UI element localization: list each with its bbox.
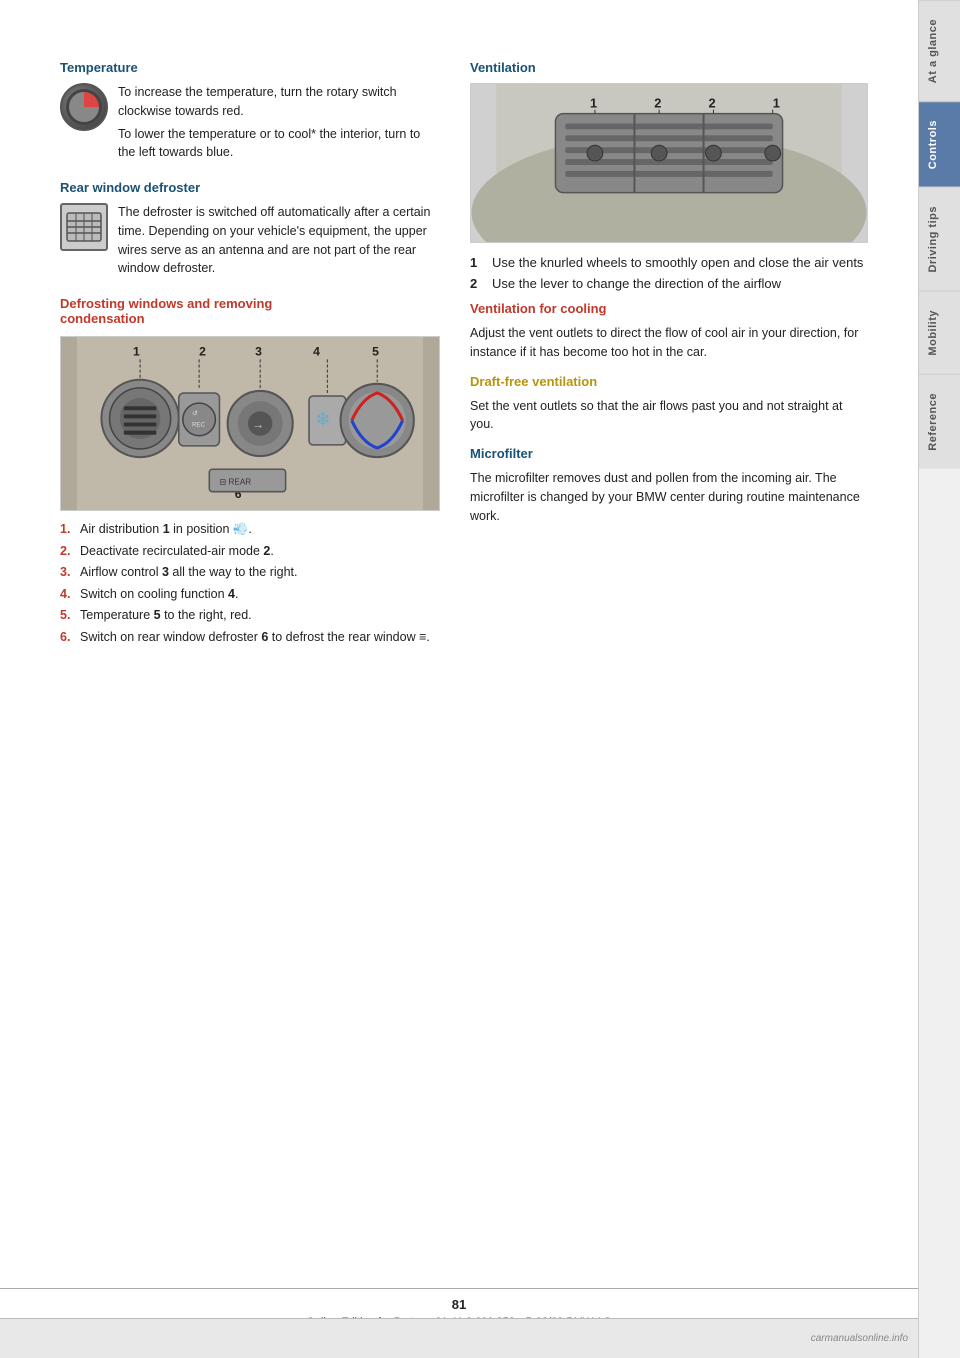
draft-free-title: Draft-free ventilation (470, 374, 868, 389)
sidebar-tab-mobility[interactable]: Mobility (919, 291, 960, 374)
vent-step-1: 1 Use the knurled wheels to smoothly ope… (470, 255, 868, 270)
step-5: 5. Temperature 5 to the right, red. (60, 607, 440, 625)
vent-cooling-title: Ventilation for cooling (470, 301, 868, 316)
step-4: 4. Switch on cooling function 4. (60, 586, 440, 604)
defrosting-title: Defrosting windows and removingcondensat… (60, 296, 440, 326)
microfilter-text: The microfilter removes dust and pollen … (470, 469, 868, 525)
rear-defroster-section: The defroster is switched off automatica… (60, 203, 440, 282)
ventilation-image: 1 2 2 1 (470, 83, 868, 243)
sidebar-tab-reference[interactable]: Reference (919, 374, 960, 469)
step-1: 1. Air distribution 1 in position 💨. (60, 521, 440, 539)
svg-text:3: 3 (255, 344, 262, 358)
vent-cooling-text: Adjust the vent outlets to direct the fl… (470, 324, 868, 362)
microfilter-title: Microfilter (470, 446, 868, 461)
svg-text:⊟ REAR: ⊟ REAR (219, 478, 251, 487)
svg-text:→: → (252, 418, 264, 432)
temperature-section: To increase the temperature, turn the ro… (60, 83, 440, 166)
temperature-icon (60, 83, 108, 131)
svg-text:4: 4 (313, 344, 320, 358)
ventilation-steps: 1 Use the knurled wheels to smoothly ope… (470, 255, 868, 291)
svg-text:1: 1 (590, 96, 597, 111)
watermark-bar: carmanualsonline.info (0, 1318, 918, 1358)
svg-text:REC: REC (192, 422, 205, 429)
svg-text:2: 2 (654, 96, 661, 111)
svg-text:2: 2 (709, 96, 716, 111)
svg-text:❄: ❄ (315, 409, 330, 430)
svg-text:1: 1 (133, 344, 140, 358)
ventilation-title: Ventilation (470, 60, 868, 75)
rear-defroster-icon (60, 203, 108, 251)
rear-defroster-title: Rear window defroster (60, 180, 440, 195)
svg-text:1: 1 (773, 96, 780, 111)
svg-text:5: 5 (372, 344, 379, 358)
sidebar-tab-driving-tips[interactable]: Driving tips (919, 187, 960, 291)
page-number: 81 (0, 1297, 918, 1312)
draft-free-text: Set the vent outlets so that the air flo… (470, 397, 868, 435)
sidebar-tab-at-a-glance[interactable]: At a glance (919, 0, 960, 101)
watermark-text: carmanualsonline.info (811, 1333, 908, 1344)
svg-text:2: 2 (199, 344, 206, 358)
step-2: 2. Deactivate recirculated-air mode 2. (60, 543, 440, 561)
temperature-text: To increase the temperature, turn the ro… (118, 83, 440, 166)
rear-defroster-text: The defroster is switched off automatica… (118, 203, 440, 282)
svg-text:↺: ↺ (192, 409, 198, 417)
temperature-title: Temperature (60, 60, 440, 75)
control-panel-diagram: 1 2 3 4 5 (60, 336, 440, 511)
step-6: 6. Switch on rear window defroster 6 to … (60, 629, 440, 647)
vent-step-2: 2 Use the lever to change the direction … (470, 276, 868, 291)
step-3: 3. Airflow control 3 all the way to the … (60, 564, 440, 582)
sidebar: At a glance Controls Driving tips Mobili… (918, 0, 960, 1358)
defrosting-steps: 1. Air distribution 1 in position 💨. 2. … (60, 521, 440, 646)
sidebar-tab-controls[interactable]: Controls (919, 101, 960, 187)
